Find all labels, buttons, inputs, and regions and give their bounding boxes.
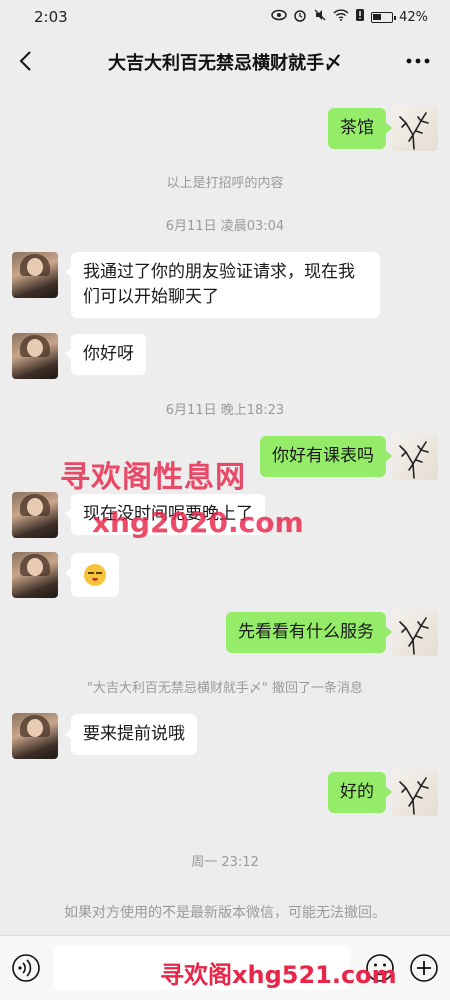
message-bubble-received[interactable]: 要来提前说哦 bbox=[65, 714, 197, 755]
alarm-icon bbox=[293, 8, 307, 26]
branch-icon bbox=[399, 112, 429, 150]
branch-icon bbox=[399, 777, 429, 815]
chat-title: 大吉大利百无禁忌横财就手〆 bbox=[108, 53, 342, 74]
my-avatar[interactable] bbox=[392, 770, 438, 816]
smiling-face-emoji bbox=[84, 564, 106, 586]
status-icons: 42% bbox=[271, 8, 428, 26]
greeting-note: 以上是打招呼的内容 bbox=[166, 176, 284, 191]
plus-icon[interactable] bbox=[408, 952, 440, 984]
timestamp: 6月11日 晚上18:23 bbox=[165, 403, 285, 418]
contact-avatar[interactable] bbox=[12, 552, 58, 598]
contact-avatar[interactable] bbox=[12, 252, 58, 298]
message-bubble-received[interactable]: 你好呀 bbox=[65, 334, 146, 375]
chat-header: 大吉大利百无禁忌横财就手〆 bbox=[0, 34, 450, 88]
message-bubble-sent[interactable]: 你好有课表吗 bbox=[260, 436, 392, 477]
timestamp: 6月11日 凌晨03:04 bbox=[165, 219, 285, 234]
alert-icon bbox=[355, 8, 365, 26]
recall-failed-notice: 如果对方使用的不是最新版本微信，可能无法撤回。 bbox=[64, 905, 386, 921]
my-avatar[interactable] bbox=[392, 610, 438, 656]
contact-avatar[interactable] bbox=[12, 333, 58, 379]
chevron-left-icon[interactable] bbox=[14, 48, 40, 74]
status-time: 2:03 bbox=[34, 8, 68, 26]
my-avatar[interactable] bbox=[392, 105, 438, 151]
timestamp: 周一 23:12 bbox=[191, 855, 259, 870]
message-bubble-received[interactable] bbox=[65, 553, 119, 597]
my-avatar[interactable] bbox=[392, 434, 438, 480]
watermark-bottom: 寻欢阁xhg521.com bbox=[160, 961, 397, 989]
contact-avatar[interactable] bbox=[12, 713, 58, 759]
wifi-icon bbox=[333, 9, 349, 25]
branch-icon bbox=[399, 617, 429, 655]
voice-icon[interactable] bbox=[10, 952, 42, 984]
message-bubble-received[interactable]: 我通过了你的朋友验证请求，现在我们可以开始聊天了 bbox=[65, 252, 380, 318]
recall-notice: "大吉大利百无禁忌横财就手〆" 撤回了一条消息 bbox=[86, 681, 364, 696]
status-bar: 2:03 42% bbox=[0, 0, 450, 34]
battery-percent: 42% bbox=[399, 9, 428, 25]
mute-icon bbox=[313, 8, 327, 26]
message-bubble-sent[interactable]: 好的 bbox=[328, 772, 392, 813]
contact-avatar[interactable] bbox=[12, 492, 58, 538]
more-dots-icon[interactable] bbox=[404, 48, 432, 74]
battery-icon bbox=[371, 11, 397, 23]
eye-icon bbox=[271, 9, 287, 25]
branch-icon bbox=[399, 441, 429, 479]
watermark-url: xhg2020.com bbox=[92, 506, 304, 539]
message-bubble-sent[interactable]: 先看看有什么服务 bbox=[226, 612, 392, 653]
message-bubble-sent[interactable]: 茶馆 bbox=[328, 108, 392, 149]
watermark-text: 寻欢阁性息网 bbox=[60, 460, 246, 495]
